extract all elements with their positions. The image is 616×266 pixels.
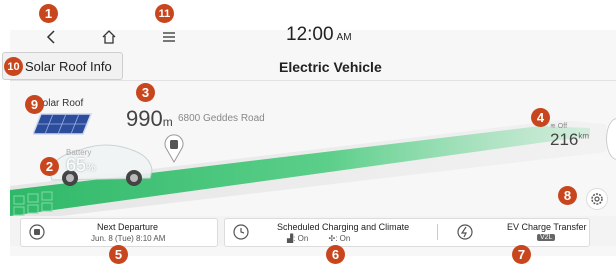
tile-divider — [437, 224, 438, 240]
distance-readout: 990m — [126, 106, 173, 132]
next-departure-tile[interactable]: Next Departure Jun. 8 (Tue) 8:10 AM — [20, 218, 218, 247]
next-departure-time: Jun. 8 (Tue) 8:10 AM — [91, 234, 166, 243]
range-readout: ≋ Off 216km — [550, 122, 589, 150]
callout-10: 10 — [4, 57, 23, 76]
clock-time: 12:00 — [286, 24, 334, 45]
charge-transfer-icon — [457, 224, 473, 240]
home-button[interactable] — [98, 28, 120, 46]
battery-value: 65 — [66, 155, 87, 175]
solar-panel-icon — [33, 113, 93, 135]
charging-climate-tile[interactable]: Scheduled Charging and Climate ▟: On ✣: … — [224, 218, 590, 247]
plug-icon — [29, 224, 45, 240]
back-icon — [46, 30, 55, 44]
distance-unit: m — [162, 115, 173, 129]
callout-9: 9 — [25, 95, 44, 114]
callout-3: 3 — [136, 83, 155, 102]
clock-icon — [233, 224, 249, 240]
home-icon — [102, 30, 116, 44]
clock-ampm: AM — [336, 32, 352, 43]
range-value: 216 — [550, 130, 579, 149]
callout-8: 8 — [558, 186, 577, 205]
callout-11: 11 — [155, 4, 174, 23]
v2l-badge: V2L — [537, 234, 556, 241]
callout-4: 4 — [531, 108, 550, 127]
car-icon — [49, 144, 153, 186]
callout-5: 5 — [109, 245, 128, 264]
charge-status: : On — [293, 234, 309, 243]
back-button[interactable] — [40, 28, 62, 46]
charging-pin-icon — [164, 134, 184, 164]
next-departure-title: Next Departure — [97, 222, 159, 232]
gear-icon — [591, 193, 603, 205]
callout-2: 2 — [40, 157, 59, 176]
callout-6: 6 — [326, 245, 345, 264]
callout-1: 1 — [39, 4, 58, 23]
battery-readout: 65% — [66, 155, 96, 176]
ev-transfer-title: EV Charge Transfer — [507, 222, 587, 232]
range-label: ≋ Off — [550, 123, 568, 130]
clock: 12:00 AM — [286, 24, 352, 46]
battery-unit: % — [86, 162, 96, 174]
distance-value: 990 — [126, 106, 163, 131]
page-title: Electric Vehicle — [279, 59, 382, 75]
destination-address: 6800 Geddes Road — [178, 113, 265, 124]
menu-icon — [163, 32, 175, 42]
scheduled-status: ▟: On ✣: On — [287, 234, 350, 243]
settings-button[interactable] — [586, 188, 608, 210]
callout-7: 7 — [512, 245, 531, 264]
menu-button[interactable] — [158, 28, 180, 46]
range-unit: km — [578, 131, 590, 141]
scheduled-title: Scheduled Charging and Climate — [277, 222, 410, 232]
climate-status: : On — [335, 234, 351, 243]
